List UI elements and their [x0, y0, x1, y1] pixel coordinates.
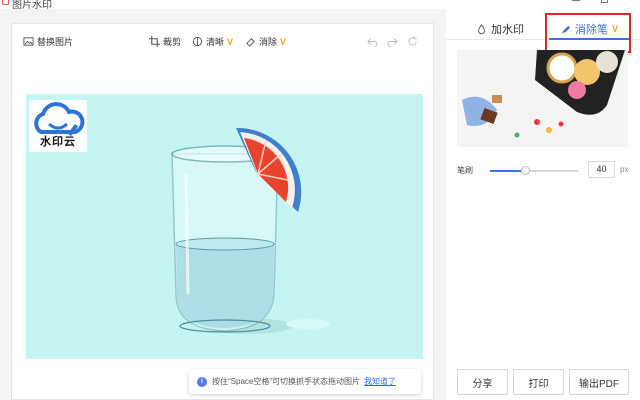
sharpen-button[interactable]: 清晰 V — [192, 35, 233, 48]
slider-fill — [490, 170, 526, 172]
cake-preview-image — [457, 50, 628, 147]
maximize-icon[interactable] — [601, 0, 608, 3]
erase-button[interactable]: 消除 V — [245, 35, 286, 48]
slider-handle[interactable] — [521, 166, 531, 175]
tab-add-watermark[interactable]: 加水印 — [476, 19, 524, 39]
vip-badge: V — [227, 36, 234, 47]
editor-toolbar: 替换图片 裁剪 清晰 V 消除 V — [12, 24, 435, 58]
watermark-logo: 水印云 — [29, 100, 87, 152]
window-title: 图片水印 — [12, 0, 52, 11]
preview-thumbnail — [457, 50, 628, 147]
brush-size-unit: px — [620, 165, 629, 174]
hint-dismiss-link[interactable]: 我知道了 — [364, 376, 396, 387]
history-controls — [367, 36, 418, 47]
sharpen-label: 清晰 — [206, 37, 225, 47]
app-icon — [2, 0, 9, 5]
replace-image-label: 替换图片 — [37, 37, 74, 47]
eraser-icon — [246, 38, 255, 47]
highlight-box — [545, 13, 631, 53]
title-bar: 图片水印 — [0, 0, 640, 11]
image-icon — [23, 37, 34, 46]
crop-button[interactable]: 裁剪 — [149, 35, 181, 48]
crop-label: 裁剪 — [163, 37, 182, 47]
export-pdf-button[interactable]: 输出PDF — [569, 369, 629, 395]
settings-panel: 加水印 消除笔 V 笔刷 40 px 分享 打印 输出PDF — [446, 9, 640, 400]
replace-image-button[interactable]: 替换图片 — [23, 35, 73, 48]
erase-label: 消除 — [259, 37, 278, 47]
watermark-text: 水印云 — [40, 136, 76, 148]
editor-workspace: 替换图片 裁剪 清晰 V 消除 V 水印云 — [11, 23, 434, 400]
hint-text: 按住“Space空格”可切换抓手状态拖动图片 — [212, 377, 361, 386]
redo-icon[interactable] — [387, 36, 398, 47]
undo-icon[interactable] — [367, 36, 378, 47]
print-button[interactable]: 打印 — [513, 369, 564, 395]
minimize-icon[interactable] — [572, 0, 580, 1]
brush-size-slider[interactable] — [490, 166, 578, 175]
vip-badge: V — [280, 36, 287, 47]
tab-add-watermark-label: 加水印 — [491, 24, 524, 36]
droplet-icon — [478, 23, 485, 34]
image-canvas[interactable]: 水印云 — [26, 94, 423, 359]
brush-size-input[interactable]: 40 — [588, 161, 615, 178]
brush-size-label: 笔刷 — [457, 166, 473, 175]
reset-icon[interactable] — [407, 36, 418, 47]
sharpen-icon — [192, 36, 203, 47]
share-button[interactable]: 分享 — [457, 369, 508, 395]
info-icon: i — [197, 376, 207, 387]
crop-icon — [149, 36, 160, 47]
hint-toast: i 按住“Space空格”可切换抓手状态拖动图片 我知道了 — [189, 369, 421, 394]
